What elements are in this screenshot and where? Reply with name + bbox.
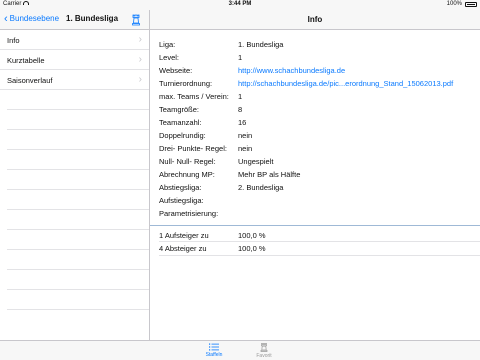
info-label: Aufstiegsliga: (159, 196, 204, 205)
empty-row (7, 190, 149, 210)
empty-row (7, 230, 149, 250)
empty-row (7, 150, 149, 170)
tournament-rules-link[interactable]: http://schachbundesliga.de/pic...erordnu… (238, 79, 453, 88)
promotion-label: 1 Aufsteiger zu (159, 231, 209, 240)
empty-row (7, 130, 149, 150)
info-value: 16 (238, 118, 247, 127)
promotion-value: 100,0 % (238, 231, 266, 240)
empty-row (7, 210, 149, 230)
back-button-label: Bundesebene (9, 14, 60, 23)
info-value: 2. Bundesliga (238, 183, 284, 192)
empty-row (7, 90, 149, 110)
website-link[interactable]: http://www.schachbundesliga.de (238, 66, 345, 75)
empty-row (7, 110, 149, 130)
sidebar-list: Info › Kurztabelle › Saisonverlauf › (0, 30, 150, 340)
relegation-value: 100,0 % (238, 244, 266, 253)
sidebar-item-label: Kurztabelle (7, 56, 45, 65)
battery-percent: 100% (446, 1, 462, 7)
sidebar-item-label: Saisonverlauf (7, 76, 53, 85)
info-value: 1 (238, 53, 243, 62)
detail-pane: Liga: 1. Bundesliga Level: 1 Webseite: h… (150, 30, 480, 340)
info-label: Teamanzahl: (159, 118, 202, 127)
chess-rook-icon[interactable] (131, 14, 141, 26)
info-label: Drei- Punkte- Regel: (159, 144, 227, 153)
sidebar-item-saisonverlauf[interactable]: Saisonverlauf › (0, 70, 149, 90)
sidebar-item-info[interactable]: Info › (0, 30, 149, 50)
relegation-row: 4 Absteiger zu 100,0 % (159, 244, 266, 253)
section-divider (150, 225, 480, 226)
back-button[interactable]: ‹ Bundesebene (4, 13, 60, 25)
info-value: nein (238, 131, 253, 140)
chevron-right-icon: › (138, 34, 142, 45)
info-label: Parametrisierung: (159, 209, 219, 218)
chevron-right-icon: › (138, 54, 142, 65)
info-label: Level: (159, 53, 180, 62)
empty-row (7, 170, 149, 190)
tab-staffeln[interactable]: Staffeln (199, 343, 229, 358)
list-icon (209, 343, 219, 351)
chess-rook-icon (260, 343, 268, 352)
info-label: Turnierordnung: (159, 79, 213, 88)
info-value: nein (238, 144, 253, 153)
tab-favorit[interactable]: Favorit (249, 343, 279, 359)
info-label: Null- Null- Regel: (159, 157, 216, 166)
info-label: max. Teams / Verein: (159, 92, 229, 101)
promotion-row: 1 Aufsteiger zu 100,0 % (159, 231, 266, 240)
master-nav-bar: ‹ Bundesebene 1. Bundesliga (0, 10, 150, 30)
sidebar-item-label: Info (7, 36, 20, 45)
tab-label: Staffeln (205, 352, 223, 358)
detail-nav-bar: Info (150, 10, 480, 30)
info-label: Doppelrundig: (159, 131, 206, 140)
info-value: 1 (238, 92, 243, 101)
tab-label: Favorit (256, 353, 272, 359)
info-value: Ungespielt (238, 157, 274, 166)
chevron-right-icon: › (138, 74, 142, 85)
battery-icon (465, 2, 477, 7)
relegation-label: 4 Absteiger zu (159, 244, 207, 253)
empty-row (7, 290, 149, 310)
chevron-left-icon: ‹ (4, 13, 8, 25)
tab-bar: Staffeln Favorit (0, 340, 480, 360)
info-value: Mehr BP als Hälfte (238, 170, 301, 179)
empty-row (7, 270, 149, 290)
info-label: Abrechnung MP: (159, 170, 215, 179)
empty-row (7, 250, 149, 270)
sidebar-item-kurztabelle[interactable]: Kurztabelle › (0, 50, 149, 70)
row-divider (159, 241, 480, 242)
detail-title: Info (307, 15, 323, 24)
info-label: Abstiegsliga: (159, 183, 202, 192)
info-value: 8 (238, 105, 243, 114)
info-value: 1. Bundesliga (238, 40, 284, 49)
status-bar: Carrier 3:44 PM 100% (0, 0, 480, 10)
status-clock: 3:44 PM (228, 1, 252, 7)
info-label: Teamgröße: (159, 105, 200, 114)
info-label: Liga: (159, 40, 176, 49)
info-label: Webseite: (159, 66, 193, 75)
master-title: 1. Bundesliga (66, 14, 119, 23)
row-divider (159, 255, 480, 256)
